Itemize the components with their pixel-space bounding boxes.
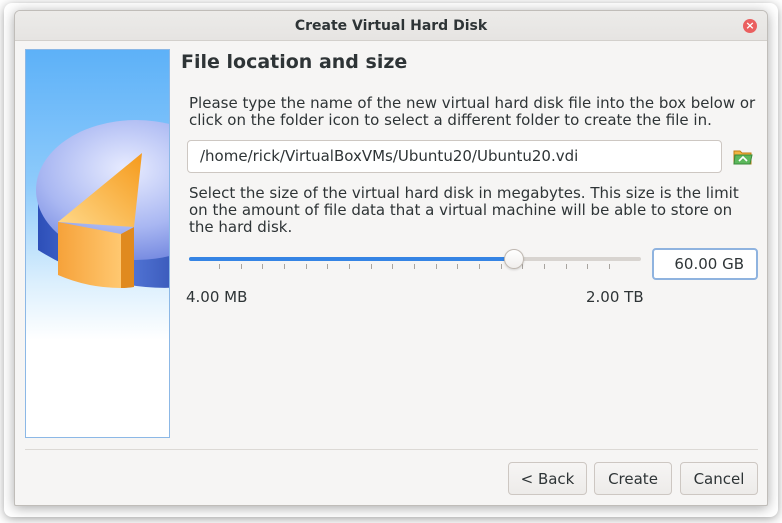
window-title: Create Virtual Hard Disk	[294, 17, 488, 34]
size-slider[interactable]	[189, 248, 641, 274]
button-separator	[25, 449, 758, 450]
slider-tick	[479, 264, 480, 269]
file-path-input[interactable]: /home/rick/VirtualBoxVMs/Ubuntu20/Ubuntu…	[187, 140, 722, 173]
slider-handle[interactable]	[504, 249, 524, 269]
slider-tick	[544, 264, 545, 269]
wizard-side-image	[25, 49, 170, 438]
slider-fill	[189, 257, 514, 261]
slider-tick	[349, 264, 350, 269]
slider-max-label: 2.00 TB	[586, 288, 644, 306]
slider-tick	[306, 264, 307, 269]
cancel-button[interactable]: Cancel	[680, 462, 758, 495]
slider-tick	[219, 264, 220, 269]
close-icon[interactable]: ×	[743, 19, 757, 33]
dialog-window: Create Virtual Hard Disk × File location…	[14, 10, 768, 506]
slider-tick	[241, 264, 242, 269]
slider-tick	[392, 264, 393, 269]
slider-tick	[609, 264, 610, 269]
slider-tick	[501, 264, 502, 269]
slider-tick	[327, 264, 328, 269]
slider-tick	[587, 264, 588, 269]
hard-disk-graphic	[36, 120, 169, 288]
slider-tick	[284, 264, 285, 269]
slider-tick	[457, 264, 458, 269]
slider-tick	[371, 264, 372, 269]
slider-tick	[566, 264, 567, 269]
page-title: File location and size	[181, 51, 408, 73]
slider-tick	[414, 264, 415, 269]
create-button[interactable]: Create	[594, 462, 672, 495]
size-description: Select the size of the virtual hard disk…	[189, 184, 739, 236]
location-description: Please type the name of the new virtual …	[189, 94, 756, 129]
back-button[interactable]: < Back	[508, 462, 587, 495]
slider-min-label: 4.00 MB	[186, 288, 248, 306]
folder-open-icon[interactable]	[733, 148, 753, 166]
size-input[interactable]: 60.00 GB	[652, 248, 758, 280]
slider-tick	[262, 264, 263, 269]
slider-tick	[436, 264, 437, 269]
title-bar[interactable]: Create Virtual Hard Disk ×	[15, 11, 767, 41]
